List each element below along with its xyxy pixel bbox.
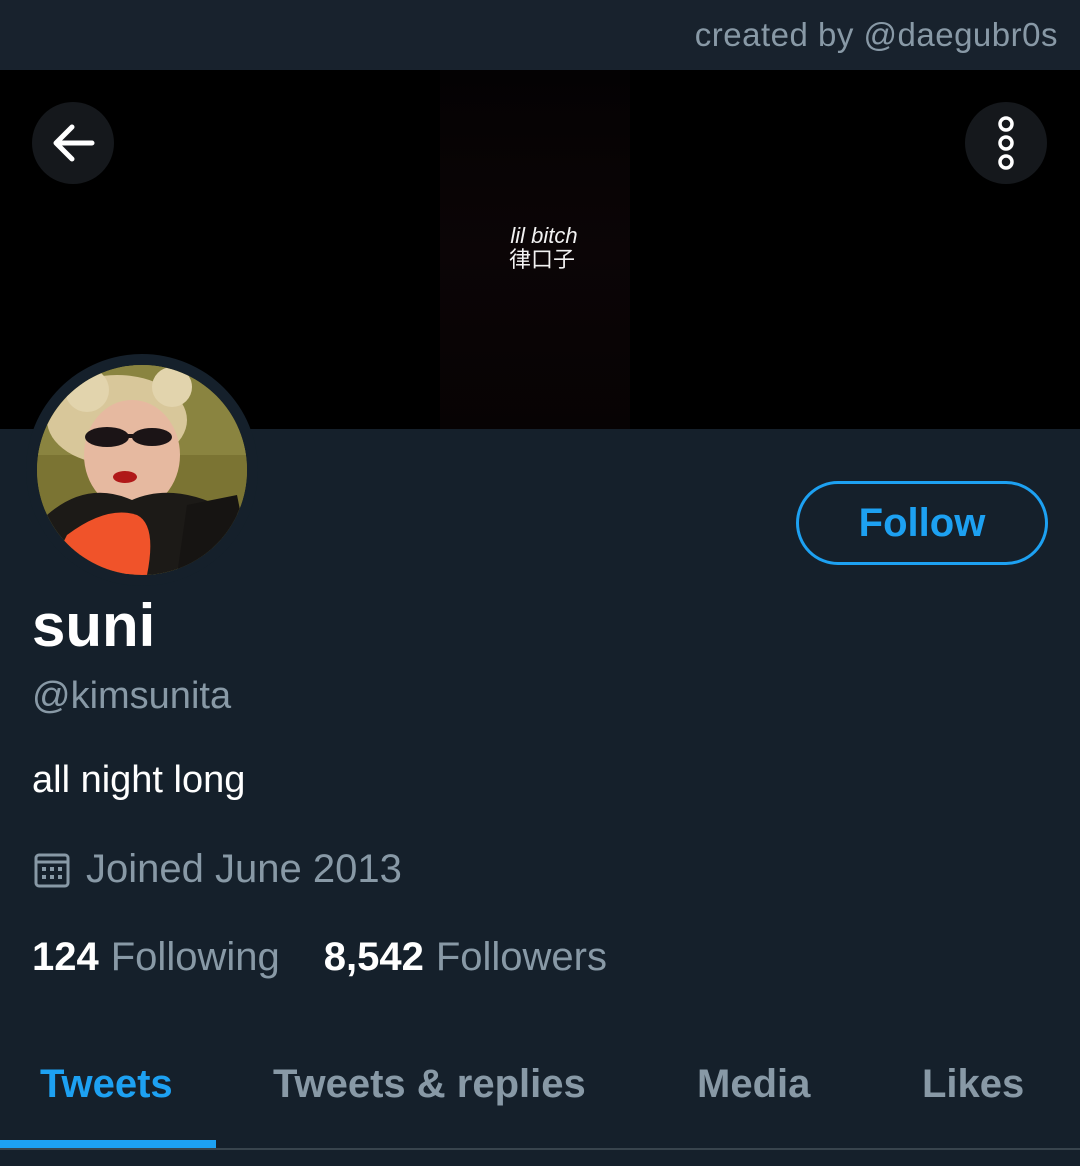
following-count: 124	[32, 935, 99, 979]
back-button[interactable]	[32, 102, 114, 184]
banner-caption-line1: lil bitch	[510, 223, 578, 248]
followers-stat[interactable]: 8,542 Followers	[324, 935, 607, 980]
more-options-button[interactable]	[965, 102, 1047, 184]
joined-text: Joined June 2013	[86, 847, 402, 891]
tab-media[interactable]: Media	[697, 1062, 810, 1122]
profile-page: created by @daegubr0s lil bitch 律口子 Foll…	[0, 0, 1080, 1166]
calendar-icon	[34, 852, 70, 888]
banner-caption: lil bitch 律口子	[0, 224, 1080, 272]
follow-stats: 124 Following 8,542 Followers	[32, 935, 607, 980]
credit-text: created by @daegubr0s	[694, 16, 1058, 53]
following-label: Following	[110, 935, 280, 979]
profile-tabs: Tweets Tweets & replies Media Likes	[0, 1040, 1080, 1150]
credit-bar: created by @daegubr0s	[0, 0, 1080, 70]
tabs-divider	[0, 1148, 1080, 1150]
avatar-ring	[26, 354, 258, 586]
user-handle: @kimsunita	[32, 675, 232, 717]
followers-label: Followers	[435, 935, 607, 979]
avatar[interactable]	[37, 365, 247, 575]
followers-count: 8,542	[323, 935, 424, 979]
avatar-image	[37, 365, 247, 575]
following-stat[interactable]: 124 Following	[32, 935, 280, 980]
arrow-left-icon	[53, 124, 95, 162]
joined-date: Joined June 2013	[34, 847, 402, 892]
banner-caption-line2: 律口子	[508, 247, 575, 272]
active-tab-indicator	[0, 1140, 216, 1148]
profile-bio: all night long	[32, 759, 246, 801]
tab-likes[interactable]: Likes	[922, 1062, 1024, 1122]
tab-tweets-and-replies[interactable]: Tweets & replies	[273, 1062, 586, 1122]
tab-tweets[interactable]: Tweets	[40, 1062, 173, 1122]
more-vertical-icon	[998, 116, 1014, 170]
follow-button[interactable]: Follow	[796, 481, 1048, 565]
display-name: suni	[32, 592, 156, 659]
